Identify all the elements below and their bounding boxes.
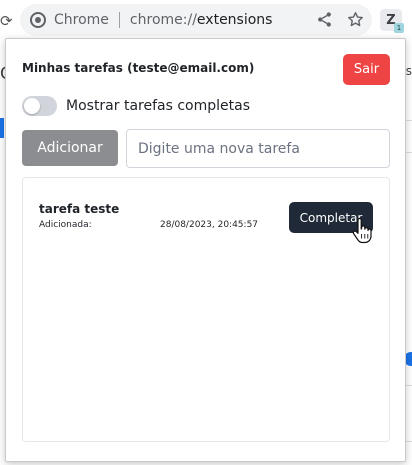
chrome-chip-label: Chrome [54,12,109,28]
background-divider [406,385,412,386]
toggle-knob [24,98,40,114]
site-info-icon[interactable] [30,12,46,28]
reload-icon: ⟳ [0,12,13,30]
user-title: Minhas tarefas (teste@email.com) [22,61,255,75]
background-divider [406,152,412,153]
url-host: extensions [196,12,273,28]
share-icon[interactable] [316,11,333,28]
address-bar[interactable]: Chrome chrome:// extensions [20,4,372,36]
task-item: tarefa teste Adicionada: 28/08/2023, 20:… [23,178,389,238]
background-accent-bar [0,118,4,138]
logout-button[interactable]: Sair [343,54,390,85]
add-task-button[interactable]: Adicionar [22,130,118,166]
show-completed-row: Mostrar tarefas completas [22,96,250,116]
star-icon[interactable] [347,11,364,28]
new-task-input[interactable] [126,129,390,168]
extension-popup: Minhas tarefas (teste@email.com) Sair Mo… [5,38,406,462]
extension-icon[interactable]: Z 1 [380,9,404,33]
task-date: 28/08/2023, 20:45:57 [160,220,259,230]
hand-cursor-icon [352,217,372,248]
show-completed-toggle[interactable] [22,96,57,116]
address-bar-actions [316,11,364,28]
task-name: tarefa teste [39,202,120,216]
background-divider [406,120,412,121]
task-added-label: Adicionada: [39,220,92,230]
background-divider [406,441,412,442]
extension-badge: 1 [394,23,404,33]
task-list: tarefa teste Adicionada: 28/08/2023, 20:… [22,177,390,442]
url-scheme: chrome:// [129,12,197,28]
show-completed-label: Mostrar tarefas completas [66,98,251,114]
address-separator [118,12,120,28]
